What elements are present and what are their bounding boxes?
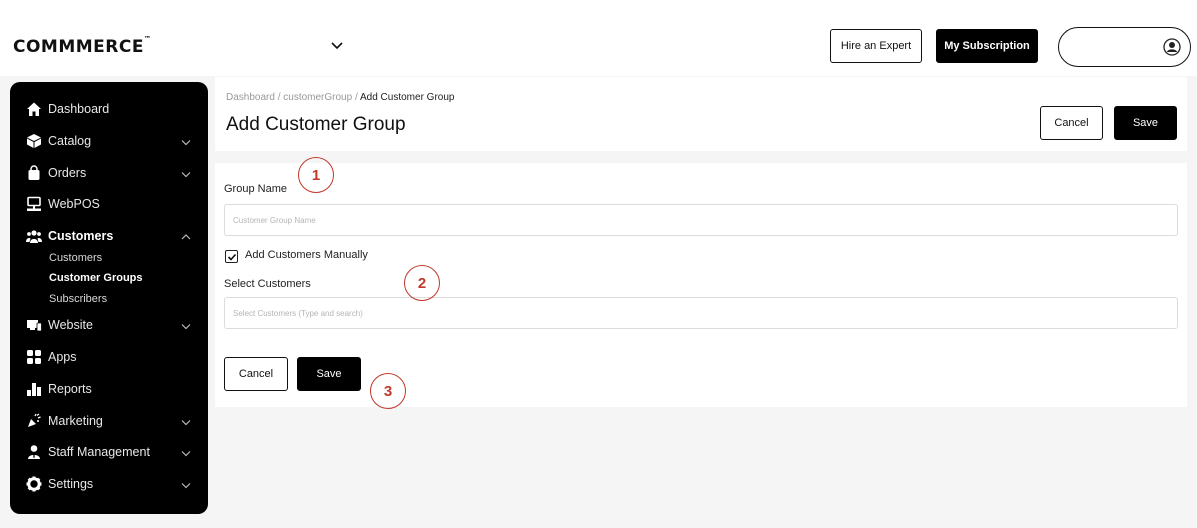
checkmark-icon bbox=[227, 253, 236, 261]
customer-group-form: Group Name Add Customers Manually Select… bbox=[215, 163, 1187, 407]
sidebar-subitem-subscribers[interactable]: Subscribers bbox=[49, 293, 107, 305]
callout-marker-1: 1 bbox=[298, 157, 334, 193]
chevron-down-icon[interactable] bbox=[328, 36, 346, 54]
select-customers-input[interactable] bbox=[224, 297, 1178, 329]
chevron-up-icon bbox=[180, 230, 192, 242]
page-header: Dashboard / customerGroup / Add Customer… bbox=[215, 77, 1187, 151]
sidebar-item-customers[interactable]: Customers bbox=[10, 225, 208, 247]
breadcrumb: Dashboard / customerGroup / Add Customer… bbox=[226, 92, 455, 103]
chevron-down-icon bbox=[180, 415, 192, 427]
chevron-down-icon bbox=[180, 167, 192, 179]
form-cancel-button[interactable]: Cancel bbox=[224, 357, 288, 391]
form-save-button[interactable]: Save bbox=[297, 357, 361, 391]
chevron-down-icon bbox=[180, 446, 192, 458]
select-customers-label: Select Customers bbox=[224, 278, 311, 290]
my-subscription-button[interactable]: My Subscription bbox=[936, 29, 1038, 63]
apps-icon bbox=[26, 349, 42, 365]
add-customers-manually-checkbox[interactable] bbox=[225, 250, 238, 263]
page-title: Add Customer Group bbox=[226, 114, 406, 135]
top-bar: COMMMERCE™ Hire an Expert My Subscriptio… bbox=[0, 0, 1197, 76]
sidebar-item-settings[interactable]: Settings bbox=[10, 473, 208, 495]
breadcrumb-current: Add Customer Group bbox=[359, 92, 455, 103]
breadcrumb-dashboard[interactable]: Dashboard bbox=[226, 92, 275, 103]
staff-icon bbox=[26, 444, 42, 460]
pos-icon bbox=[26, 196, 42, 212]
profile-menu[interactable] bbox=[1058, 27, 1191, 67]
gear-icon bbox=[26, 476, 42, 492]
header-save-button[interactable]: Save bbox=[1114, 106, 1177, 140]
chevron-down-icon bbox=[180, 135, 192, 147]
sidebar-item-staff-management[interactable]: Staff Management bbox=[10, 441, 208, 463]
sidebar-item-website[interactable]: Website bbox=[10, 314, 208, 336]
sidebar-subitem-customer-groups[interactable]: Customer Groups bbox=[49, 272, 143, 284]
megaphone-icon bbox=[26, 413, 42, 429]
users-icon bbox=[26, 228, 42, 244]
reports-icon bbox=[26, 381, 42, 397]
avatar-icon bbox=[1163, 38, 1181, 56]
sidebar-item-dashboard[interactable]: Dashboard bbox=[10, 98, 208, 120]
home-icon bbox=[26, 101, 42, 117]
sidebar: Dashboard Catalog Orders WebPOS Customer… bbox=[10, 82, 208, 514]
callout-marker-2: 2 bbox=[404, 265, 440, 301]
sidebar-item-apps[interactable]: Apps bbox=[10, 346, 208, 368]
callout-marker-3: 3 bbox=[370, 373, 406, 409]
bag-icon bbox=[26, 165, 42, 181]
sidebar-item-webpos[interactable]: WebPOS bbox=[10, 193, 208, 215]
sidebar-item-catalog[interactable]: Catalog bbox=[10, 130, 208, 152]
add-customers-manually-label[interactable]: Add Customers Manually bbox=[245, 249, 368, 261]
sidebar-item-orders[interactable]: Orders bbox=[10, 162, 208, 184]
website-icon bbox=[26, 317, 42, 333]
hire-expert-button[interactable]: Hire an Expert bbox=[830, 29, 922, 63]
brand-logo[interactable]: COMMMERCE™ bbox=[13, 35, 151, 57]
sidebar-item-marketing[interactable]: Marketing bbox=[10, 410, 208, 432]
group-name-input[interactable] bbox=[224, 204, 1178, 236]
header-cancel-button[interactable]: Cancel bbox=[1040, 106, 1103, 140]
chevron-down-icon bbox=[180, 319, 192, 331]
breadcrumb-customer-group[interactable]: customerGroup bbox=[283, 92, 352, 103]
chevron-down-icon bbox=[180, 478, 192, 490]
sidebar-item-reports[interactable]: Reports bbox=[10, 378, 208, 400]
sidebar-subitem-customers[interactable]: Customers bbox=[49, 252, 102, 264]
box-icon bbox=[26, 133, 42, 149]
group-name-label: Group Name bbox=[224, 183, 287, 195]
